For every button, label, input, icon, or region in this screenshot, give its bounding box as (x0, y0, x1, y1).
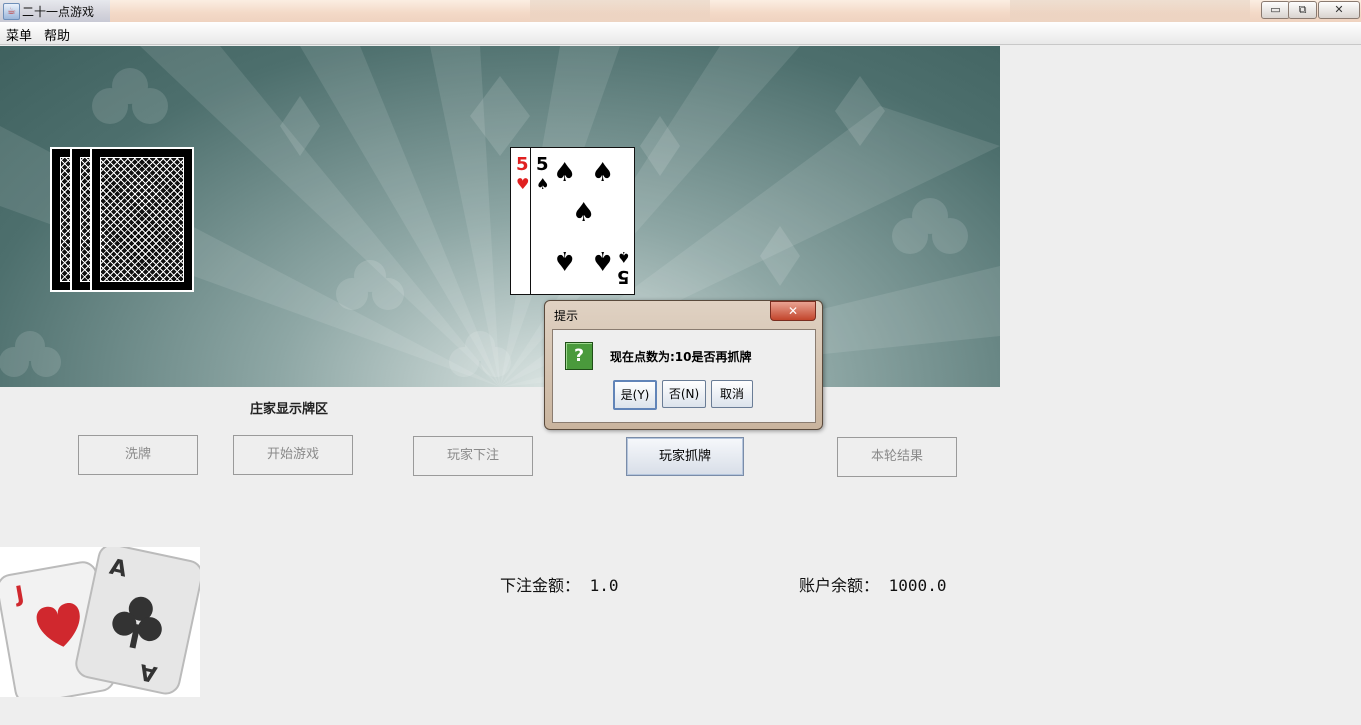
question-icon: ? (565, 342, 593, 370)
window-title-bar: ☕ 二十一点游戏 ▭ ⧉ ✕ (0, 0, 1361, 23)
background-ghost (530, 0, 710, 22)
minimize-button[interactable]: ▭ (1261, 1, 1290, 19)
card-back-pattern (100, 157, 184, 282)
dialog-close-button[interactable]: ✕ (770, 301, 816, 321)
heart-icon: ♥ (516, 175, 530, 193)
bet-amount: 下注金额： 1.0 (500, 572, 619, 596)
spade-icon: ♠ (572, 198, 596, 228)
spade-icon: ♠ (591, 245, 615, 275)
card-rank: 5 (536, 154, 549, 175)
game-table: 5 ♥ 5 ♠ ♠ ♠ ♠ ♠ ♠ 5 ♠ (0, 46, 1000, 387)
spade-icon: ♠ (536, 175, 550, 193)
balance-value: 1000.0 (888, 576, 947, 595)
menu-item-menu[interactable]: 菜单 (6, 25, 32, 44)
java-app-icon: ☕ (3, 3, 20, 20)
spade-icon: ♠ (553, 245, 577, 275)
dealer-area-label: 庄家显示牌区 (250, 402, 329, 417)
spade-icon: ♠ (591, 158, 615, 188)
dealer-card-back (90, 147, 194, 292)
menu-bar: 菜单 帮助 (0, 22, 1361, 45)
round-result-button[interactable]: 本轮结果 (837, 437, 957, 477)
account-balance: 账户余额： 1000.0 (799, 572, 946, 596)
dialog-no-button[interactable]: 否(N) (662, 380, 706, 408)
card-rank: 5 (516, 154, 529, 175)
dialog-message: 现在点数为:10是否再抓牌 (610, 350, 752, 364)
maximize-button[interactable]: ⧉ (1288, 1, 1317, 19)
shuffle-button[interactable]: 洗牌 (78, 435, 198, 475)
window-title: 二十一点游戏 (22, 5, 95, 19)
close-window-button[interactable]: ✕ (1318, 1, 1360, 19)
spade-icon: ♠ (553, 158, 577, 188)
blackjack-logo-image: J A A (0, 547, 200, 697)
spade-icon: ♠ (617, 248, 631, 266)
player-bet-button[interactable]: 玩家下注 (413, 436, 533, 476)
dialog-body: ? 现在点数为:10是否再抓牌 是(Y) 否(N) 取消 (552, 329, 816, 423)
dialog-cancel-button[interactable]: 取消 (711, 380, 753, 408)
menu-item-help[interactable]: 帮助 (44, 25, 70, 44)
prompt-dialog: 提示 ✕ ? 现在点数为:10是否再抓牌 是(Y) 否(N) 取消 (544, 300, 823, 430)
card-rank: 5 (617, 266, 630, 287)
dialog-yes-button[interactable]: 是(Y) (613, 380, 657, 410)
player-card-5-spades: 5 ♠ ♠ ♠ ♠ ♠ ♠ 5 ♠ (530, 147, 635, 295)
blackjack-logo: J A A (0, 547, 200, 697)
background-ghost (1010, 0, 1250, 22)
start-game-button[interactable]: 开始游戏 (233, 435, 353, 475)
dialog-title: 提示 (554, 309, 579, 323)
bet-amount-label: 下注金额： (500, 576, 581, 595)
bet-amount-value: 1.0 (589, 576, 619, 595)
balance-label: 账户余额： (799, 576, 880, 595)
player-draw-button[interactable]: 玩家抓牌 (626, 437, 744, 476)
